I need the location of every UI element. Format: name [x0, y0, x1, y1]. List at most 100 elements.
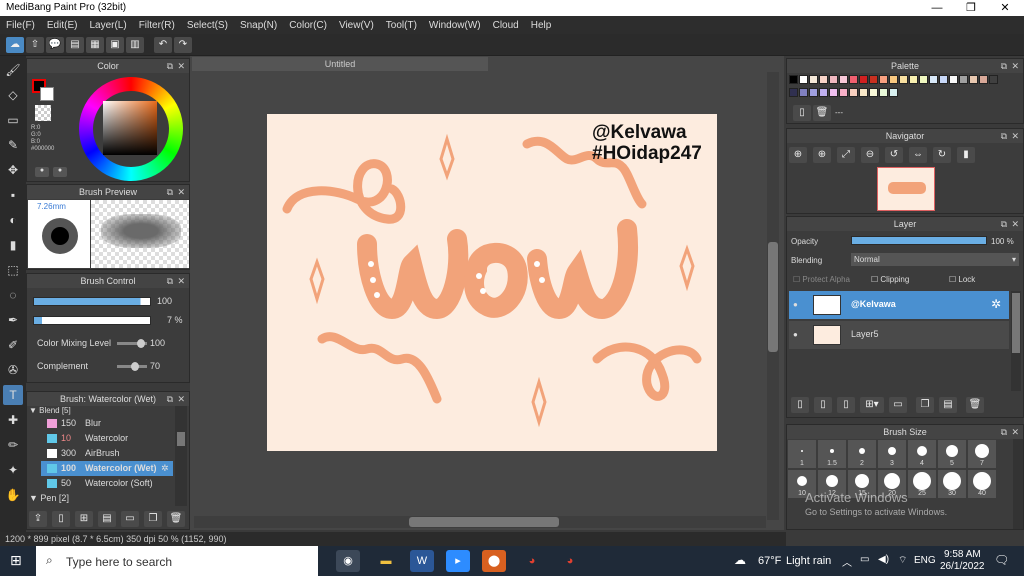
brush-tool-icon[interactable]: 🖌 [3, 60, 23, 80]
bucket-tool-icon[interactable]: ◐ [3, 210, 23, 230]
zoom-out-icon[interactable]: ⊖ [861, 147, 879, 163]
palette-swatch[interactable] [829, 88, 838, 97]
notification-icon[interactable]: 🗨 [994, 553, 1009, 567]
palette-swatch[interactable] [849, 88, 858, 97]
list-item[interactable]: 50 Watercolor (Soft) [41, 476, 173, 491]
brush-size-option[interactable]: 30 [938, 470, 966, 498]
chevron-up-icon[interactable]: ︿ [842, 554, 852, 569]
move-tool-icon[interactable]: ✥ [3, 160, 23, 180]
brush-size-option[interactable]: 1 [788, 440, 816, 468]
folder-icon[interactable]: ▭ [889, 397, 907, 413]
blending-select[interactable]: Normal ▾ [851, 253, 1019, 266]
rotate-right-icon[interactable]: ↻ [933, 147, 951, 163]
brush-size-option[interactable]: 7 [968, 440, 996, 468]
palette-swatch[interactable] [919, 75, 928, 84]
palette-swatch[interactable] [829, 75, 838, 84]
clock-date[interactable]: 26/1/2022 [940, 561, 985, 572]
transparent-swatch[interactable] [35, 105, 51, 121]
layer-properties-icon[interactable]: ▤ [939, 397, 957, 413]
zoom-icon[interactable]: ▸ [446, 550, 470, 572]
palette-swatch[interactable] [859, 88, 868, 97]
layer-scrollbar[interactable] [1011, 291, 1021, 391]
brush-size-option[interactable]: 25 [908, 470, 936, 498]
list-item[interactable]: 300 AirBrush [41, 446, 173, 461]
brush-size-option[interactable]: 2 [848, 440, 876, 468]
palette-swatch[interactable] [939, 75, 948, 84]
brush-size-scrollbar[interactable] [1013, 439, 1023, 529]
copy-icon[interactable]: ❐ [144, 511, 162, 527]
brush-settings-icon[interactable]: ▤ [98, 511, 116, 527]
popout-icon[interactable]: ⧉ [167, 59, 173, 73]
brush-size-option[interactable]: 5 [938, 440, 966, 468]
chrome-icon[interactable]: ◕ [520, 550, 544, 572]
brush-list-scrollbar[interactable] [175, 406, 187, 506]
list-item-selected[interactable]: 100 Watercolor (Wet) ✲ [41, 461, 173, 476]
protect-alpha-checkbox[interactable]: ☐ Protect Alpha [793, 275, 850, 284]
fit-icon[interactable]: ⤢ [837, 147, 855, 163]
eye-icon[interactable]: ● [793, 300, 798, 309]
close-icon[interactable]: ✕ [1011, 59, 1019, 73]
vertical-scrollbar[interactable] [767, 72, 779, 520]
speaker-icon[interactable]: ◀) [878, 554, 889, 565]
palette-swatch[interactable] [869, 75, 878, 84]
horizontal-scrollbar[interactable] [194, 516, 766, 528]
trash-icon[interactable]: 🗑 [167, 511, 185, 527]
medibang-app-icon[interactable]: ◉ [336, 550, 360, 572]
palette-swatch[interactable] [879, 88, 888, 97]
palette-swatch[interactable] [799, 88, 808, 97]
wifi-icon[interactable]: ⌔ [898, 554, 907, 567]
layer-opacity-slider[interactable] [851, 236, 987, 245]
rotate-left-icon[interactable]: ↺ [885, 147, 903, 163]
task-view-icon[interactable]: ⧉ [300, 550, 324, 572]
undo-icon[interactable]: ↶ [154, 36, 172, 53]
zoom-in-icon[interactable]: ⊕ [813, 147, 831, 163]
brush-size-option[interactable]: 1.5 [818, 440, 846, 468]
pen-tool-icon[interactable]: ✎ [3, 135, 23, 155]
navigator-thumbnail[interactable] [877, 167, 935, 211]
complement-slider[interactable] [117, 362, 147, 371]
layer-row-selected[interactable]: ● @Kelvawa ✲ [789, 291, 1009, 319]
palette-swatch[interactable] [799, 75, 808, 84]
palette-swatch[interactable] [869, 88, 878, 97]
select-eraser-icon[interactable]: ✇ [3, 360, 23, 380]
menu-filter[interactable]: Filter(R) [139, 20, 175, 31]
close-button[interactable]: ✕ [988, 0, 1022, 16]
gradient-tool-icon[interactable]: ▮ [3, 235, 23, 255]
menu-edit[interactable]: Edit(E) [47, 20, 78, 31]
hue-wheel[interactable] [79, 77, 183, 181]
palette-swatch[interactable] [819, 75, 828, 84]
select-tool-icon[interactable]: ⬚ [3, 260, 23, 280]
import-brush-icon[interactable]: ⇪ [29, 511, 47, 527]
language-indicator[interactable]: ENG [914, 555, 936, 566]
text-tool-icon[interactable]: T [3, 385, 23, 405]
taskbar-search[interactable]: ⌕ Type here to search [36, 546, 318, 576]
palette-swatch[interactable] [959, 75, 968, 84]
palette-swatch[interactable] [979, 75, 988, 84]
palette-swatch[interactable] [809, 75, 818, 84]
eye-icon[interactable]: ● [793, 330, 798, 339]
clipping-checkbox[interactable]: ☐ Clipping [871, 275, 909, 284]
palette-swatch[interactable] [839, 75, 848, 84]
merge-icon[interactable]: ❐ [916, 397, 934, 413]
operation-tool-icon[interactable]: ✚ [3, 410, 23, 430]
color-mode-icon[interactable]: ● [35, 167, 49, 177]
weather-icon[interactable]: ☁ [734, 553, 746, 567]
comment-icon[interactable]: 💬 [46, 36, 64, 53]
page-icon[interactable]: ▤ [66, 36, 84, 53]
fill-rect-tool-icon[interactable]: ▪ [3, 185, 23, 205]
lock-checkbox[interactable]: ☐ Lock [949, 275, 975, 284]
saturation-square[interactable] [103, 101, 157, 155]
popout-icon[interactable]: ⧉ [167, 392, 173, 406]
menu-window[interactable]: Window(W) [429, 20, 481, 31]
palette-swatch[interactable] [819, 88, 828, 97]
zoom-in-icon[interactable]: ⊕ [789, 147, 807, 163]
brush-size-option[interactable]: 3 [878, 440, 906, 468]
palette-swatches[interactable] [789, 75, 1003, 101]
close-icon[interactable]: ✕ [1011, 217, 1019, 231]
chrome-profile-icon[interactable]: ◕ [558, 550, 582, 572]
palette-swatch[interactable] [889, 75, 898, 84]
drawing-canvas[interactable]: @Kelvawa #HOidap247 [267, 114, 717, 451]
menu-color[interactable]: Color(C) [289, 20, 327, 31]
pen-group-header[interactable]: ▼ Pen [2] [29, 492, 175, 504]
hand-tool-icon[interactable]: ✋ [3, 485, 23, 505]
